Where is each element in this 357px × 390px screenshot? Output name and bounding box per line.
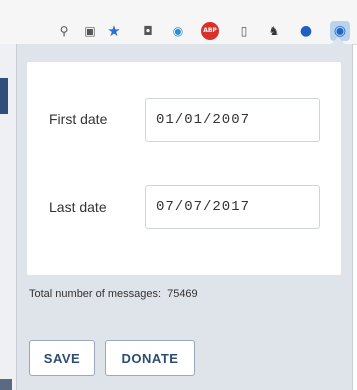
bookmark-star-icon[interactable]: ★	[106, 23, 122, 39]
extension-robot-icon[interactable]: ◘	[140, 23, 156, 39]
message-count-label: Total number of messages:	[29, 288, 162, 300]
page-behind-popup	[0, 44, 16, 390]
first-date-input[interactable]	[145, 98, 320, 142]
last-date-input[interactable]	[145, 185, 320, 229]
extension-arrow-icon[interactable]: ◉	[170, 23, 186, 39]
adblock-plus-icon[interactable]: ABP	[201, 22, 219, 40]
message-count: Total number of messages: 75469	[29, 288, 198, 300]
page-footer-fragment	[0, 379, 12, 390]
page-nav-fragment	[0, 78, 8, 114]
last-date-label: Last date	[49, 199, 107, 215]
save-button[interactable]: SAVE	[29, 340, 95, 376]
message-count-value: 75469	[167, 288, 198, 300]
translate-icon[interactable]: ▣	[82, 23, 98, 39]
evernote-icon[interactable]: ♞	[266, 23, 282, 39]
donate-button[interactable]: DONATE	[105, 340, 195, 376]
document-icon[interactable]: ▯	[236, 23, 252, 39]
first-date-label: First date	[49, 111, 108, 127]
date-range-card: First date Last date	[27, 62, 341, 275]
browser-toolbar: ⚲ ▣ ★ ◘ ◉ ABP ▯ ♞ ● ◉	[0, 0, 357, 45]
chat-bubble-icon[interactable]: ●	[298, 23, 314, 39]
extension-popup: First date Last date Total number of mes…	[16, 44, 353, 390]
zoom-icon[interactable]: ⚲	[56, 23, 72, 39]
